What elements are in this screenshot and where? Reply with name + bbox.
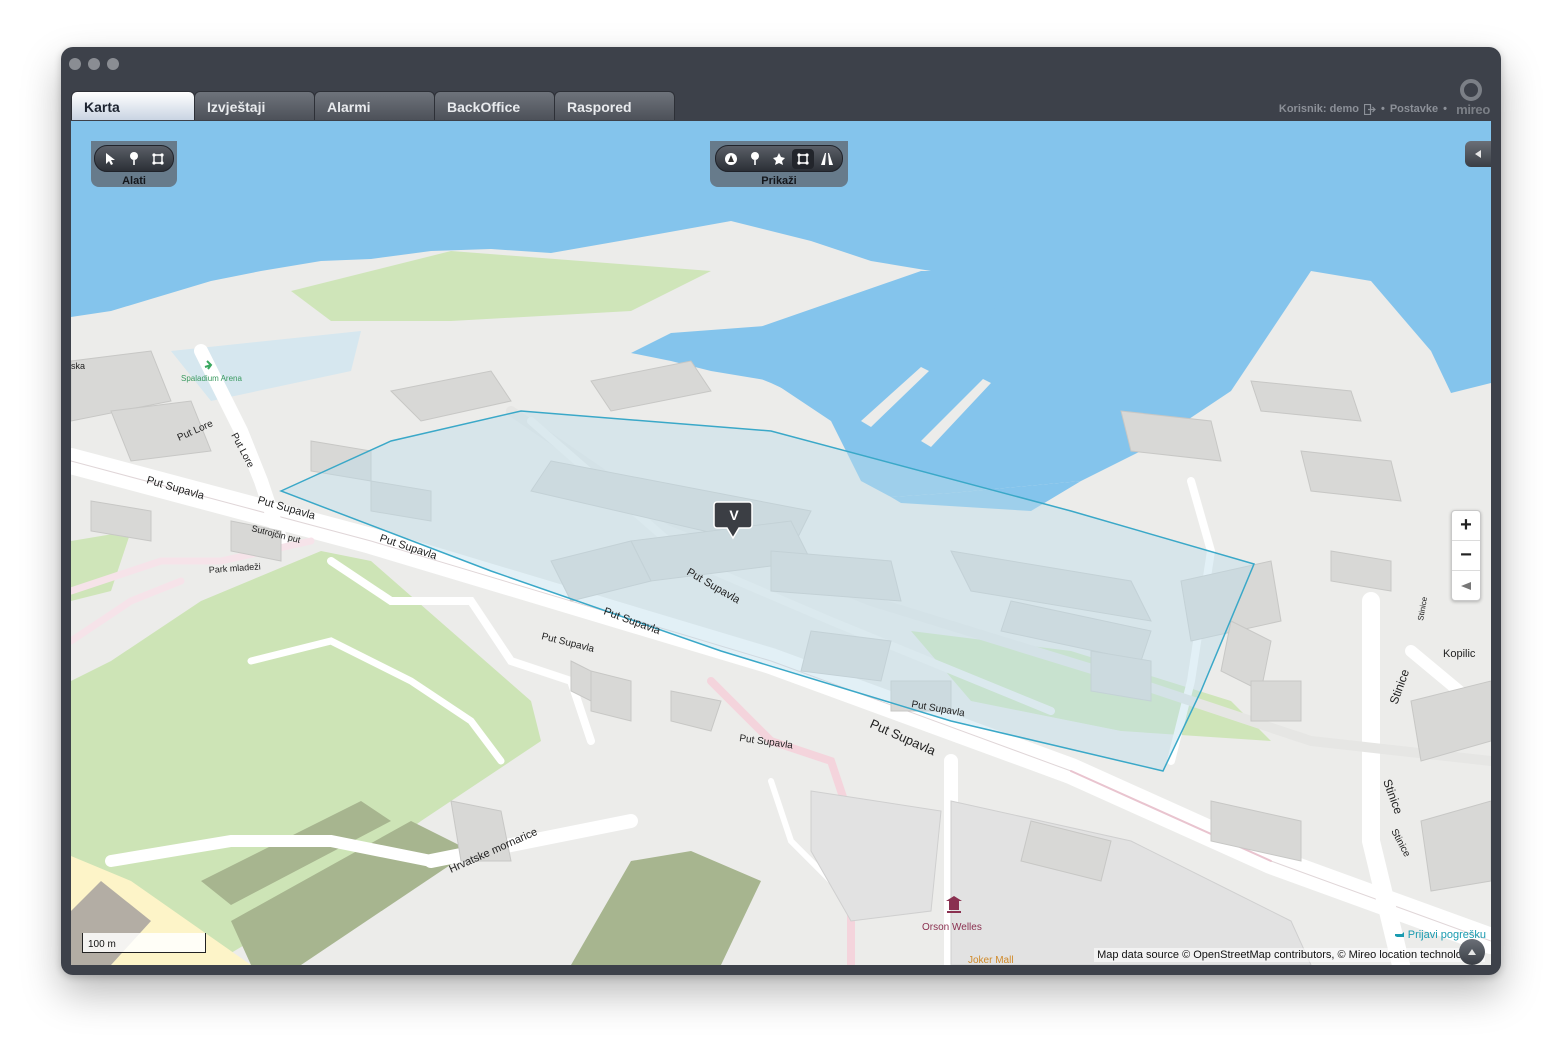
- map-view[interactable]: Put Supavla Put Supavla Put Supavla Put …: [71, 121, 1491, 965]
- separator-dot: •: [1380, 103, 1385, 115]
- tools-label: Alati: [122, 175, 146, 187]
- minimize-dot[interactable]: [88, 58, 100, 70]
- show-panel: Prikaži: [710, 141, 848, 187]
- road-label: ska: [71, 361, 85, 371]
- area-tool-button[interactable]: [147, 149, 169, 169]
- user-bar: Korisnik: demo • Postavke •: [1279, 103, 1447, 115]
- user-label[interactable]: Korisnik: demo: [1279, 103, 1359, 115]
- poi-icon: [773, 152, 785, 165]
- mireo-logo: mireo: [1448, 79, 1490, 119]
- poi-label: Joker Mall: [968, 955, 1014, 965]
- poi-label: Spaladium Arena: [181, 374, 242, 383]
- tools-panel: Alati: [91, 141, 177, 187]
- app-window: Karta Izvještaji Alarmi BackOffice Raspo…: [61, 47, 1501, 975]
- show-pins-button[interactable]: [744, 149, 766, 169]
- area-icon: [152, 152, 164, 165]
- pointer-tool-button[interactable]: [99, 149, 121, 169]
- settings-link[interactable]: Postavke: [1390, 103, 1438, 115]
- triangle-left-icon: [1475, 150, 1481, 158]
- vehicle-icon: [725, 152, 737, 165]
- tools-buttons: [94, 145, 174, 172]
- show-areas-button[interactable]: [792, 148, 814, 169]
- zoom-control: + −: [1451, 510, 1481, 601]
- compass-button[interactable]: [1452, 571, 1480, 600]
- show-label: Prikaži: [761, 175, 797, 187]
- vehicle-marker-label: V: [729, 507, 739, 523]
- compass-icon: [1461, 581, 1471, 590]
- triangle-up-icon: [1468, 949, 1476, 955]
- pin-icon: [751, 152, 759, 165]
- pointer-icon: [106, 152, 115, 165]
- show-roads-button[interactable]: [816, 149, 838, 169]
- separator-dot: •: [1443, 103, 1447, 115]
- area-icon: [797, 152, 809, 165]
- tab-izvjestaji[interactable]: Izvještaji: [194, 91, 315, 120]
- pin-tool-button[interactable]: [123, 149, 145, 169]
- show-poi-button[interactable]: [768, 149, 790, 169]
- zoom-in-button[interactable]: +: [1452, 511, 1480, 541]
- logo-text: mireo: [1456, 102, 1490, 117]
- poi-label: Orson Welles: [922, 922, 982, 933]
- logout-icon[interactable]: [1363, 103, 1376, 115]
- logo-ring-icon: [1460, 79, 1482, 101]
- zoom-out-button[interactable]: −: [1452, 541, 1480, 571]
- road-icon: [821, 152, 833, 165]
- close-dot[interactable]: [69, 58, 81, 70]
- road-label: Kopilic: [1443, 648, 1476, 660]
- pin-icon: [130, 152, 138, 165]
- tab-backoffice[interactable]: BackOffice: [434, 91, 555, 120]
- side-panel-toggle[interactable]: [1465, 141, 1491, 167]
- tab-raspored[interactable]: Raspored: [554, 91, 675, 120]
- map-canvas[interactable]: Put Supavla Put Supavla Put Supavla Put …: [71, 121, 1491, 965]
- main-tabs: Karta Izvještaji Alarmi BackOffice Raspo…: [71, 91, 675, 121]
- map-attribution: Map data source © OpenStreetMap contribu…: [1094, 948, 1485, 962]
- show-buttons: [715, 145, 843, 172]
- tab-karta[interactable]: Karta: [71, 91, 195, 120]
- tab-alarmi[interactable]: Alarmi: [314, 91, 435, 120]
- pointing-hand-icon: [1394, 932, 1404, 937]
- scale-bar: 100 m: [82, 933, 206, 953]
- zoom-dot[interactable]: [107, 58, 119, 70]
- show-vehicles-button[interactable]: [720, 149, 742, 169]
- window-controls: [69, 58, 119, 70]
- expand-panel-button[interactable]: [1459, 939, 1485, 965]
